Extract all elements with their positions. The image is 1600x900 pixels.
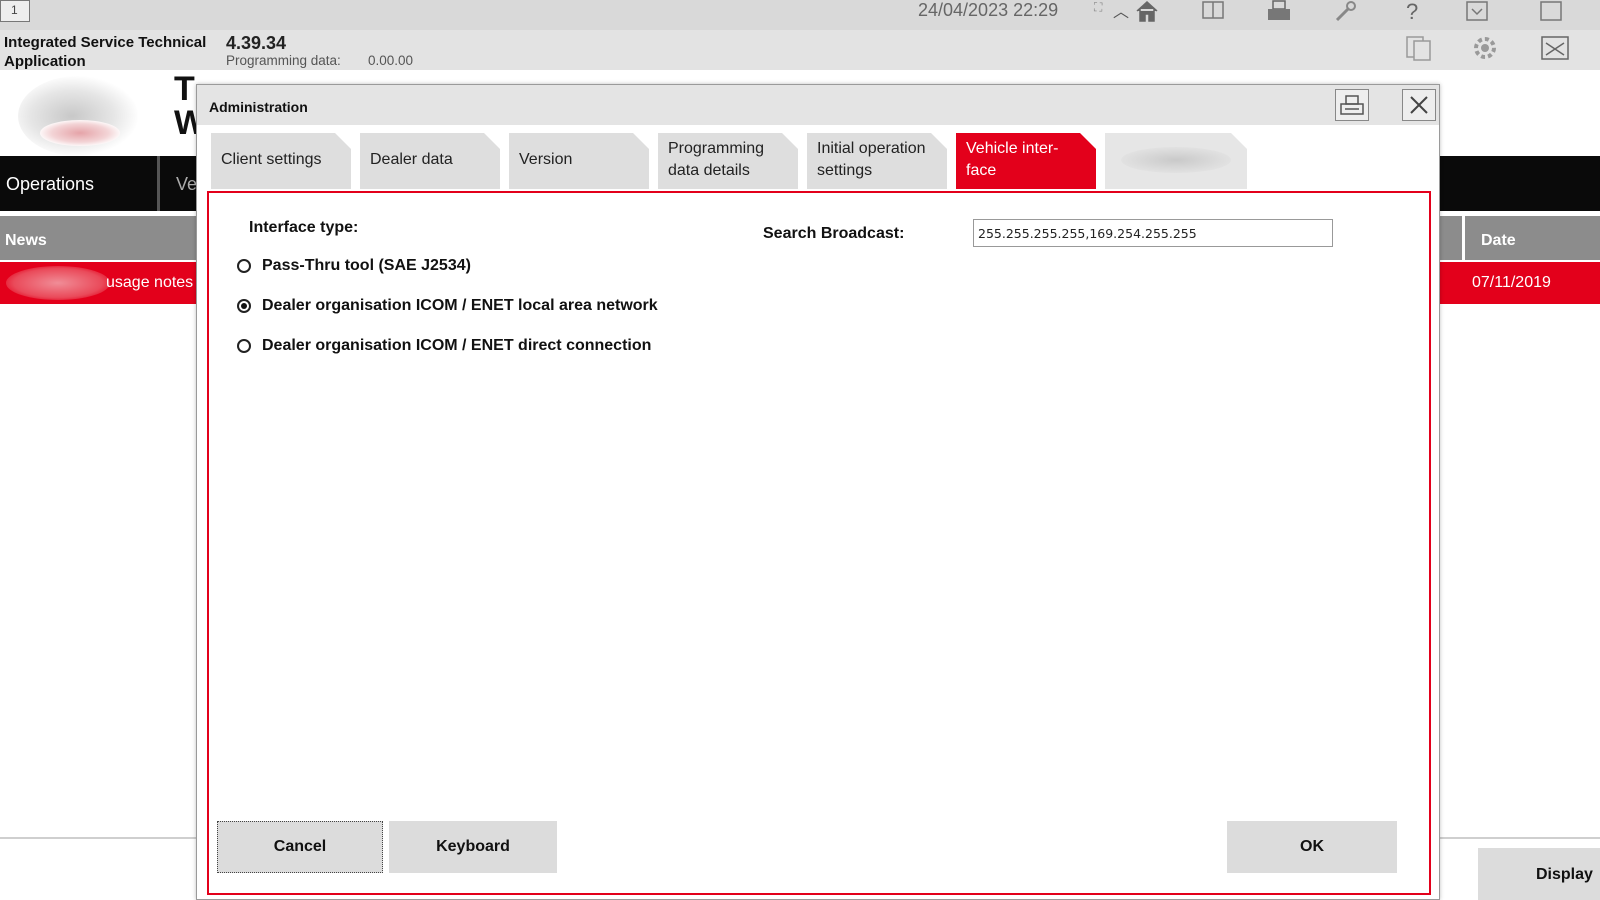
keyboard-button[interactable]: Keyboard <box>389 821 557 873</box>
chevron-up-icon[interactable]: ︿ <box>1113 0 1129 22</box>
document-copy-icon[interactable] <box>1402 32 1436 64</box>
radio-icom-direct[interactable] <box>237 339 251 353</box>
window-icon[interactable] <box>1534 0 1568 22</box>
tab-vehicle-interface-label: Vehicle inter-face <box>966 140 1059 179</box>
datetime-display: 24/04/2023 22:29 <box>918 0 1059 20</box>
window-number[interactable]: 1 <box>0 0 30 22</box>
brand-logo-accent <box>40 120 120 146</box>
option-icom-lan[interactable]: Dealer organisation ICOM / ENET local ar… <box>237 297 658 315</box>
app-header: Integrated Service Technical Application… <box>0 30 1600 70</box>
news-row-date: 07/11/2019 <box>1472 274 1551 291</box>
tab-initial-operation-settings[interactable]: Initial operation settings <box>807 133 947 189</box>
radio-pass-thru[interactable] <box>237 259 251 273</box>
svg-text:?: ? <box>1406 0 1418 22</box>
gear-icon[interactable] <box>1468 32 1502 64</box>
top-toolbar: 1 24/04/2023 22:29 ⛶ ︿ ? <box>0 0 1600 30</box>
home-icon[interactable] <box>1130 0 1164 22</box>
nav-operations[interactable]: Operations <box>0 156 160 211</box>
app-name: Integrated Service Technical Application <box>4 34 207 70</box>
news-row-title: usage notes <box>106 274 194 291</box>
news-column-header: News <box>5 232 47 249</box>
dialog-close-button[interactable] <box>1402 89 1436 121</box>
tab-redacted-blur <box>1121 147 1231 173</box>
app-version: 4.39.34 <box>226 33 287 53</box>
option-icom-direct[interactable]: Dealer organisation ICOM / ENET direct c… <box>237 337 651 355</box>
close-icon <box>1410 96 1428 114</box>
display-button[interactable]: Display <box>1478 848 1600 900</box>
printer-icon[interactable] <box>1262 0 1296 22</box>
nav-second-tab[interactable]: Ve <box>164 156 200 211</box>
wrench-icon[interactable] <box>1328 0 1362 22</box>
interface-type-label: Interface type: <box>249 219 359 236</box>
programming-data-label: Programming data: <box>226 53 341 68</box>
option-pass-thru[interactable]: Pass-Thru tool (SAE J2534) <box>237 257 471 275</box>
tab-initial-operation-settings-label: Initial operation settings <box>817 140 926 179</box>
administration-dialog: Administration Client settings Dealer da… <box>196 84 1440 900</box>
option-icom-lan-label: Dealer organisation ICOM / ENET local ar… <box>262 297 658 314</box>
tab-programming-data-details[interactable]: Programming data details <box>658 133 798 189</box>
dialog-title: Administration <box>209 99 308 115</box>
date-column-header: Date <box>1462 216 1600 260</box>
tab-programming-data-details-label: Programming data details <box>668 140 765 179</box>
tab-redacted[interactable] <box>1105 133 1247 189</box>
download-icon[interactable] <box>1460 0 1494 22</box>
cancel-button[interactable]: Cancel <box>217 821 383 873</box>
tab-dealer-data[interactable]: Dealer data <box>360 133 500 189</box>
ok-button[interactable]: OK <box>1227 821 1397 873</box>
expand-icon[interactable]: ⛶ <box>1094 0 1102 15</box>
tab-vehicle-interface[interactable]: Vehicle inter-face <box>956 133 1096 189</box>
vehicle-interface-panel: Interface type: Pass-Thru tool (SAE J253… <box>207 191 1431 895</box>
news-row-redacted <box>6 266 110 300</box>
dialog-print-button[interactable] <box>1335 89 1369 121</box>
help-icon[interactable]: ? <box>1394 0 1428 22</box>
mail-icon[interactable] <box>1538 32 1572 64</box>
printer-icon <box>1340 95 1364 115</box>
radio-icom-lan[interactable] <box>237 299 251 313</box>
option-icom-direct-label: Dealer organisation ICOM / ENET direct c… <box>262 337 652 354</box>
programming-data-value: 0.00.00 <box>368 53 414 68</box>
tab-version[interactable]: Version <box>509 133 649 189</box>
search-broadcast-label: Search Broadcast: <box>763 225 905 242</box>
tab-client-settings[interactable]: Client settings <box>211 133 351 189</box>
dialog-titlebar: Administration <box>197 85 1439 125</box>
option-pass-thru-label: Pass-Thru tool (SAE J2534) <box>262 257 471 274</box>
search-broadcast-input[interactable] <box>973 219 1333 247</box>
book-icon[interactable] <box>1196 0 1230 22</box>
